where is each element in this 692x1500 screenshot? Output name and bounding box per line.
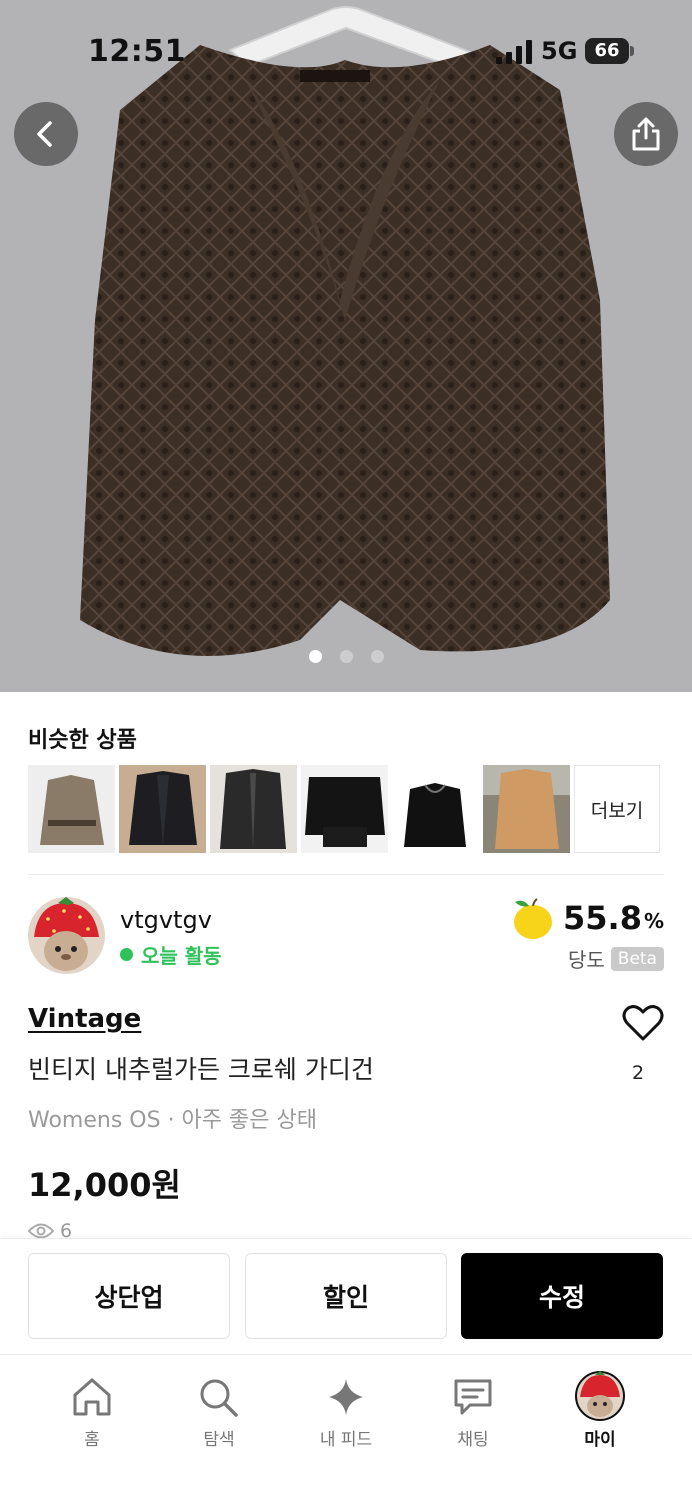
dangdo-unit: %: [643, 909, 664, 933]
seller-avatar[interactable]: [28, 897, 105, 974]
tab-label: 내 피드: [319, 1430, 373, 1450]
share-button[interactable]: [614, 102, 678, 166]
seller-activity-text: 오늘 활동: [141, 944, 222, 968]
beta-badge: Beta: [610, 946, 664, 971]
cardigan-photo: [80, 6, 610, 656]
dangdo-label: 당도: [567, 948, 605, 972]
tab-chat[interactable]: 채팅: [423, 1377, 523, 1450]
carousel-dot[interactable]: [308, 650, 322, 663]
heart-icon[interactable]: [622, 1004, 664, 1042]
sequin-cardigan-thumb: [119, 765, 206, 853]
profile-avatar-icon: [575, 1371, 625, 1421]
bump-button[interactable]: 상단업: [28, 1253, 230, 1339]
dangdo-score[interactable]: 55.8 % 당도 Beta: [509, 896, 664, 973]
strawberry-hat-avatar: [28, 897, 105, 974]
status-bar: 12:51 5G 66: [0, 0, 692, 100]
tab-label: 마이: [584, 1430, 616, 1450]
tab-label: 탐색: [203, 1430, 235, 1450]
signal-icon: [496, 40, 532, 64]
share-icon: [632, 117, 660, 151]
similar-item-thumb[interactable]: [483, 765, 570, 853]
discount-button[interactable]: 할인: [245, 1253, 447, 1339]
black-knit-cardigan-thumb: [210, 765, 297, 853]
battery-tip: [630, 46, 634, 56]
network-type: 5G: [541, 37, 578, 65]
similar-item-thumb[interactable]: [28, 765, 115, 853]
tab-my[interactable]: 마이: [550, 1371, 650, 1450]
chevron-left-icon: [37, 121, 52, 147]
carousel-dot[interactable]: [370, 650, 384, 663]
similar-item-thumb[interactable]: [392, 765, 479, 853]
section-divider: [28, 874, 664, 875]
dangdo-value: 55.8: [563, 899, 642, 937]
bottom-tab-bar: 홈 탐색 내 피드 채팅 마이: [0, 1354, 692, 1500]
product-title: 빈티지 내추럴가든 크로쉐 가디건: [28, 1055, 374, 1084]
search-icon: [200, 1379, 238, 1417]
seller-activity: 오늘 활동: [120, 940, 222, 969]
more-similar-button[interactable]: 더보기: [574, 765, 660, 853]
orange-crochet-thumb: [483, 765, 570, 853]
seller-name[interactable]: vtgvtgv: [120, 906, 212, 934]
similar-item-thumb[interactable]: [210, 765, 297, 853]
action-bar: 상단업 할인 수정: [0, 1238, 692, 1354]
apple-icon: [514, 898, 552, 939]
similar-item-thumb[interactable]: [301, 765, 388, 853]
tab-label: 홈: [84, 1430, 100, 1450]
black-lace-top-thumb: [301, 765, 388, 853]
black-blouse-thumb: [392, 765, 479, 853]
tab-label: 채팅: [457, 1430, 489, 1450]
sparkle-icon: [329, 1379, 363, 1415]
carousel-indicator: [0, 650, 692, 663]
beige-cardigan-thumb: [28, 765, 115, 853]
carousel-dot[interactable]: [339, 650, 353, 663]
similar-products-list: 더보기: [28, 765, 660, 853]
brand-link[interactable]: Vintage: [28, 1004, 141, 1034]
product-image-carousel[interactable]: 12:51 5G 66: [0, 0, 692, 692]
status-time: 12:51: [88, 34, 186, 69]
product-meta: Womens OS · 아주 좋은 상태: [28, 1108, 317, 1133]
tab-explore[interactable]: 탐색: [169, 1377, 269, 1450]
online-dot-icon: [120, 948, 133, 961]
battery-icon: 66: [585, 38, 629, 64]
similar-item-thumb[interactable]: [119, 765, 206, 853]
back-button[interactable]: [14, 102, 78, 166]
product-price: 12,000원: [28, 1166, 181, 1204]
tab-feed[interactable]: 내 피드: [296, 1377, 396, 1450]
similar-products-title: 비슷한 상품: [28, 728, 137, 753]
chat-icon: [454, 1379, 492, 1415]
tab-home[interactable]: 홈: [42, 1377, 142, 1450]
like-count: 2: [632, 1062, 645, 1084]
edit-button[interactable]: 수정: [461, 1253, 663, 1339]
home-icon: [73, 1378, 111, 1416]
